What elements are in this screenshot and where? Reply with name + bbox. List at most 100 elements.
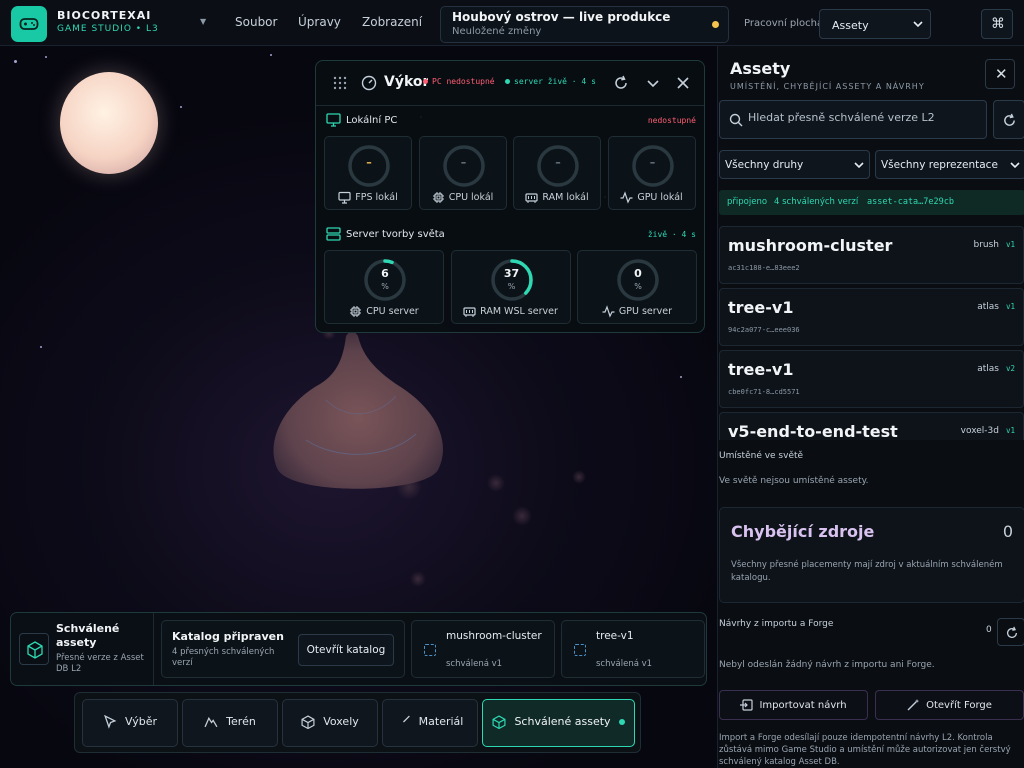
pc-status: PC nedostupné bbox=[423, 77, 495, 86]
open-catalog-button[interactable]: Otevřít katalog bbox=[298, 634, 394, 666]
import-draft-button[interactable]: Importovat návrh bbox=[719, 690, 868, 720]
tool-label: Voxely bbox=[323, 715, 359, 728]
asset-card[interactable]: tree-v1 94c2a077-c…eee036 atlas v1 bbox=[719, 288, 1024, 346]
representation-filter-value: Všechny reprezentace bbox=[881, 159, 998, 171]
search-input[interactable] bbox=[748, 111, 980, 124]
forge-empty-text: Nebyl odeslán žádný návrh z importu ani … bbox=[719, 660, 935, 670]
metric-label: FPS lokál bbox=[355, 192, 398, 203]
monitor-icon bbox=[326, 113, 341, 127]
local-pc-title: Lokální PC bbox=[346, 115, 398, 126]
approved-asset-card[interactable]: tree-v1 schválená v1 bbox=[561, 620, 705, 678]
command-icon: ⌘ bbox=[991, 16, 1005, 32]
workspace-select[interactable]: Assety bbox=[819, 9, 931, 39]
memory-icon bbox=[463, 307, 476, 317]
asset-type: atlas bbox=[977, 364, 999, 374]
metric-tile-ram-lokál: – RAM lokál bbox=[513, 136, 601, 210]
refresh-forge-button[interactable] bbox=[997, 618, 1024, 646]
asset-name: mushroom-cluster bbox=[728, 236, 893, 255]
menu-soubor[interactable]: Soubor bbox=[235, 15, 277, 29]
gauge-ring bbox=[364, 259, 406, 301]
star bbox=[270, 54, 272, 56]
chevron-down-icon bbox=[913, 21, 923, 28]
workspace-label: Pracovní plocha bbox=[744, 18, 824, 29]
workspace-value: Assety bbox=[832, 19, 869, 32]
spore-orb bbox=[572, 470, 586, 484]
forge-count: 0 bbox=[986, 625, 992, 635]
tool-materiál[interactable]: Materiál bbox=[382, 699, 478, 747]
metric-label: RAM WSL server bbox=[480, 306, 558, 317]
asset-type: brush bbox=[973, 240, 999, 250]
tool-výběr[interactable]: Výběr bbox=[82, 699, 178, 747]
server-live-status: živě · 4 s bbox=[647, 230, 696, 239]
server-title: Server tvorby světa bbox=[346, 229, 445, 240]
document-title: Houbový ostrov — live produkce bbox=[452, 10, 671, 24]
star bbox=[680, 376, 682, 378]
metric-tile-cpu-server: 6% CPU server bbox=[324, 250, 444, 324]
asset-card[interactable]: tree-v1 cbe0fc71-8…cd5571 atlas v2 bbox=[719, 350, 1024, 408]
tool-label: Terén bbox=[226, 715, 256, 728]
close-icon[interactable] bbox=[675, 75, 691, 91]
mushroom-object bbox=[273, 331, 443, 489]
asset-hash: ac31c188-e…83eee2 bbox=[728, 264, 800, 272]
menu-zobrazeni[interactable]: Zobrazení bbox=[362, 15, 422, 29]
kind-filter-select[interactable]: Všechny druhy bbox=[719, 150, 870, 179]
spore-orb bbox=[410, 571, 426, 587]
command-palette-button[interactable]: ⌘ bbox=[981, 9, 1013, 39]
tool-voxely[interactable]: Voxely bbox=[282, 699, 378, 747]
star bbox=[180, 106, 182, 108]
metric-unit: % bbox=[634, 282, 642, 291]
activity-icon bbox=[602, 305, 615, 318]
document-switcher[interactable]: Houbový ostrov — live produkce Neuložené… bbox=[440, 6, 729, 43]
asset-card[interactable]: v5-end-to-end-test voxel-3d v1 bbox=[719, 412, 1024, 440]
placed-empty-text: Ve světě nejsou umístěné assety. bbox=[719, 476, 869, 486]
metric-tile-fps-lokál: – FPS lokál bbox=[324, 136, 412, 210]
footer-note: Import a Forge odesílají pouze idempoten… bbox=[719, 733, 1011, 767]
close-panel-button[interactable]: ✕ bbox=[985, 59, 1015, 89]
refresh-icon[interactable] bbox=[613, 75, 629, 91]
approved-assets-strip: Schválené assety Přesné verze z Asset DB… bbox=[10, 612, 707, 686]
tool-schválené-assety[interactable]: Schválené assety bbox=[482, 699, 635, 747]
approved-count: 4 schválených verzí bbox=[774, 197, 859, 207]
metric-label: RAM lokál bbox=[542, 192, 589, 203]
assets-panel: Assety UMÍSTĚNÍ, CHYBĚJÍCÍ ASSETY A NÁVR… bbox=[717, 46, 1024, 768]
metric-label: CPU lokál bbox=[448, 192, 494, 203]
server-status: server živě · 4 s bbox=[505, 77, 596, 86]
metric-tile-gpu-server: 0% GPU server bbox=[577, 250, 697, 324]
import-icon bbox=[740, 699, 754, 711]
magic-wand-icon bbox=[907, 699, 920, 711]
metric-label: GPU server bbox=[618, 306, 673, 317]
tool-terén[interactable]: Terén bbox=[182, 699, 278, 747]
app-logo[interactable] bbox=[11, 6, 47, 42]
close-icon: ✕ bbox=[995, 65, 1008, 83]
metric-value: – bbox=[460, 156, 467, 169]
refresh-catalog-button[interactable] bbox=[993, 100, 1024, 139]
brand-dropdown-icon[interactable]: ▼ bbox=[200, 17, 206, 26]
representation-filter-select[interactable]: Všechny reprezentace bbox=[875, 150, 1024, 179]
chevron-down-icon[interactable] bbox=[645, 75, 661, 91]
spore-orb bbox=[487, 474, 505, 492]
menu-upravy[interactable]: Úpravy bbox=[298, 15, 341, 29]
cpu-icon bbox=[432, 192, 444, 203]
asset-name: tree-v1 bbox=[728, 360, 794, 379]
open-forge-label: Otevřít Forge bbox=[926, 700, 992, 711]
performance-title: Výkon bbox=[384, 74, 428, 90]
unsaved-indicator bbox=[712, 21, 719, 28]
open-forge-button[interactable]: Otevřít Forge bbox=[875, 690, 1024, 720]
forge-title: Návrhy z importu a Forge bbox=[719, 619, 834, 629]
drag-grip-icon[interactable] bbox=[333, 76, 347, 90]
monitor-icon bbox=[338, 191, 351, 204]
search-icon bbox=[729, 113, 743, 127]
import-draft-label: Importovat návrh bbox=[759, 700, 847, 711]
metric-unit: % bbox=[381, 282, 389, 291]
star bbox=[40, 346, 42, 348]
asset-card[interactable]: mushroom-cluster ac31c188-e…83eee2 brush v1 bbox=[719, 226, 1024, 284]
tool-toolbar: Výběr Terén Voxely Materiál Schválené assety bbox=[74, 692, 641, 753]
brand-subtitle: GAME STUDIO • L3 bbox=[57, 24, 159, 34]
metric-label: CPU server bbox=[366, 306, 419, 317]
asset-version: v1 bbox=[1005, 426, 1015, 435]
server-section: Server tvorby světa živě · 4 s bbox=[326, 227, 696, 243]
gauge-icon bbox=[361, 75, 377, 91]
approved-asset-card[interactable]: mushroom-cluster schválená v1 bbox=[411, 620, 555, 678]
cpu-icon bbox=[350, 306, 362, 317]
package-icon bbox=[27, 641, 43, 659]
